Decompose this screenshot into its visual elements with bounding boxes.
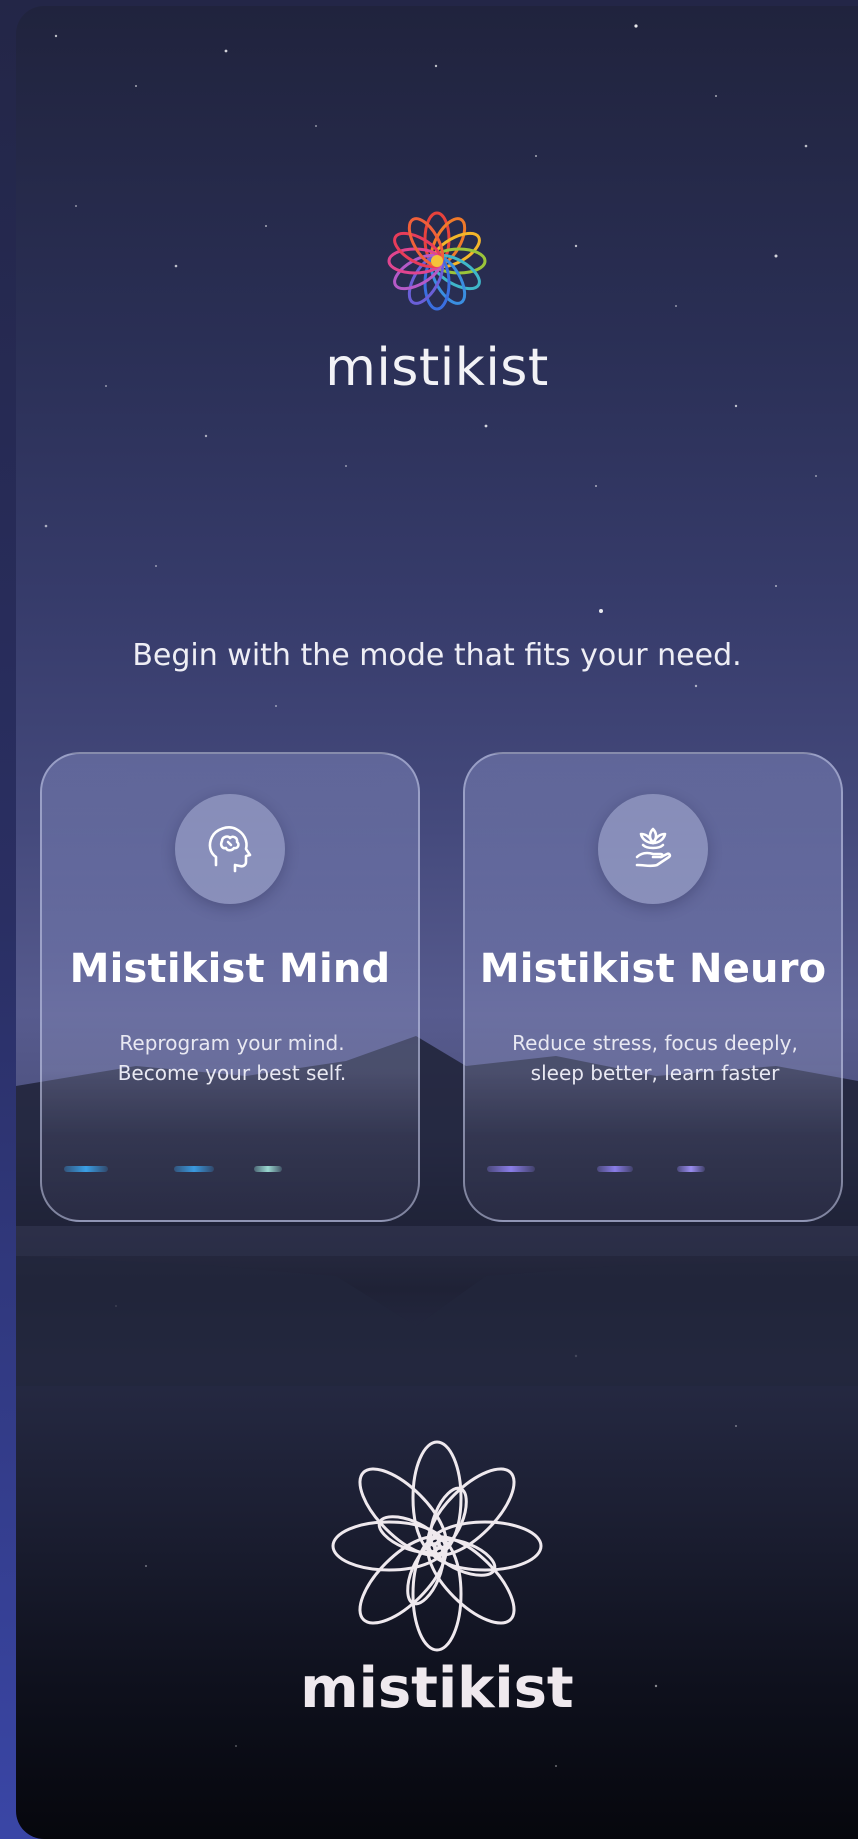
wave-dash [174, 1166, 214, 1172]
splash-screen: mistikist Begin with the mode that fits … [16, 6, 858, 1839]
wave-dash [677, 1166, 705, 1172]
card-description-line: Become your best self. [117, 1061, 347, 1085]
card-title: Mistikist Mind [69, 946, 391, 992]
mode-card-neuro[interactable]: Mistikist Neuro Reduce stress, focus dee… [463, 752, 843, 1222]
card-description: Reduce stress, focus deeply, sleep bette… [485, 1028, 825, 1088]
device-frame: mistikist Begin with the mode that fits … [0, 0, 858, 1839]
wave-dash [487, 1166, 535, 1172]
wave-dash [64, 1166, 108, 1172]
brain-head-icon [175, 794, 285, 904]
mandala-outline-logo-icon [16, 1436, 858, 1656]
wave-indicator [487, 1166, 827, 1174]
mode-tagline: Begin with the mode that fits your need. [132, 638, 742, 673]
wave-dash [254, 1166, 282, 1172]
lotus-hand-icon [598, 794, 708, 904]
card-description-line: Reduce stress, focus deeply, [512, 1031, 798, 1055]
card-description-line: sleep better, learn faster [530, 1061, 780, 1085]
brand-wordmark-bottom: mistikist [300, 1656, 574, 1721]
wave-indicator [64, 1166, 404, 1174]
brand-wordmark-top: mistikist [325, 338, 549, 398]
card-description: Reprogram your mind. Become your best se… [62, 1028, 402, 1088]
card-title: Mistikist Neuro [479, 946, 827, 992]
card-description-line: Reprogram your mind. [119, 1031, 345, 1055]
mandala-color-logo-icon [16, 206, 858, 316]
mode-card-mind[interactable]: Mistikist Mind Reprogram your mind. Beco… [40, 752, 420, 1222]
wave-dash [597, 1166, 633, 1172]
